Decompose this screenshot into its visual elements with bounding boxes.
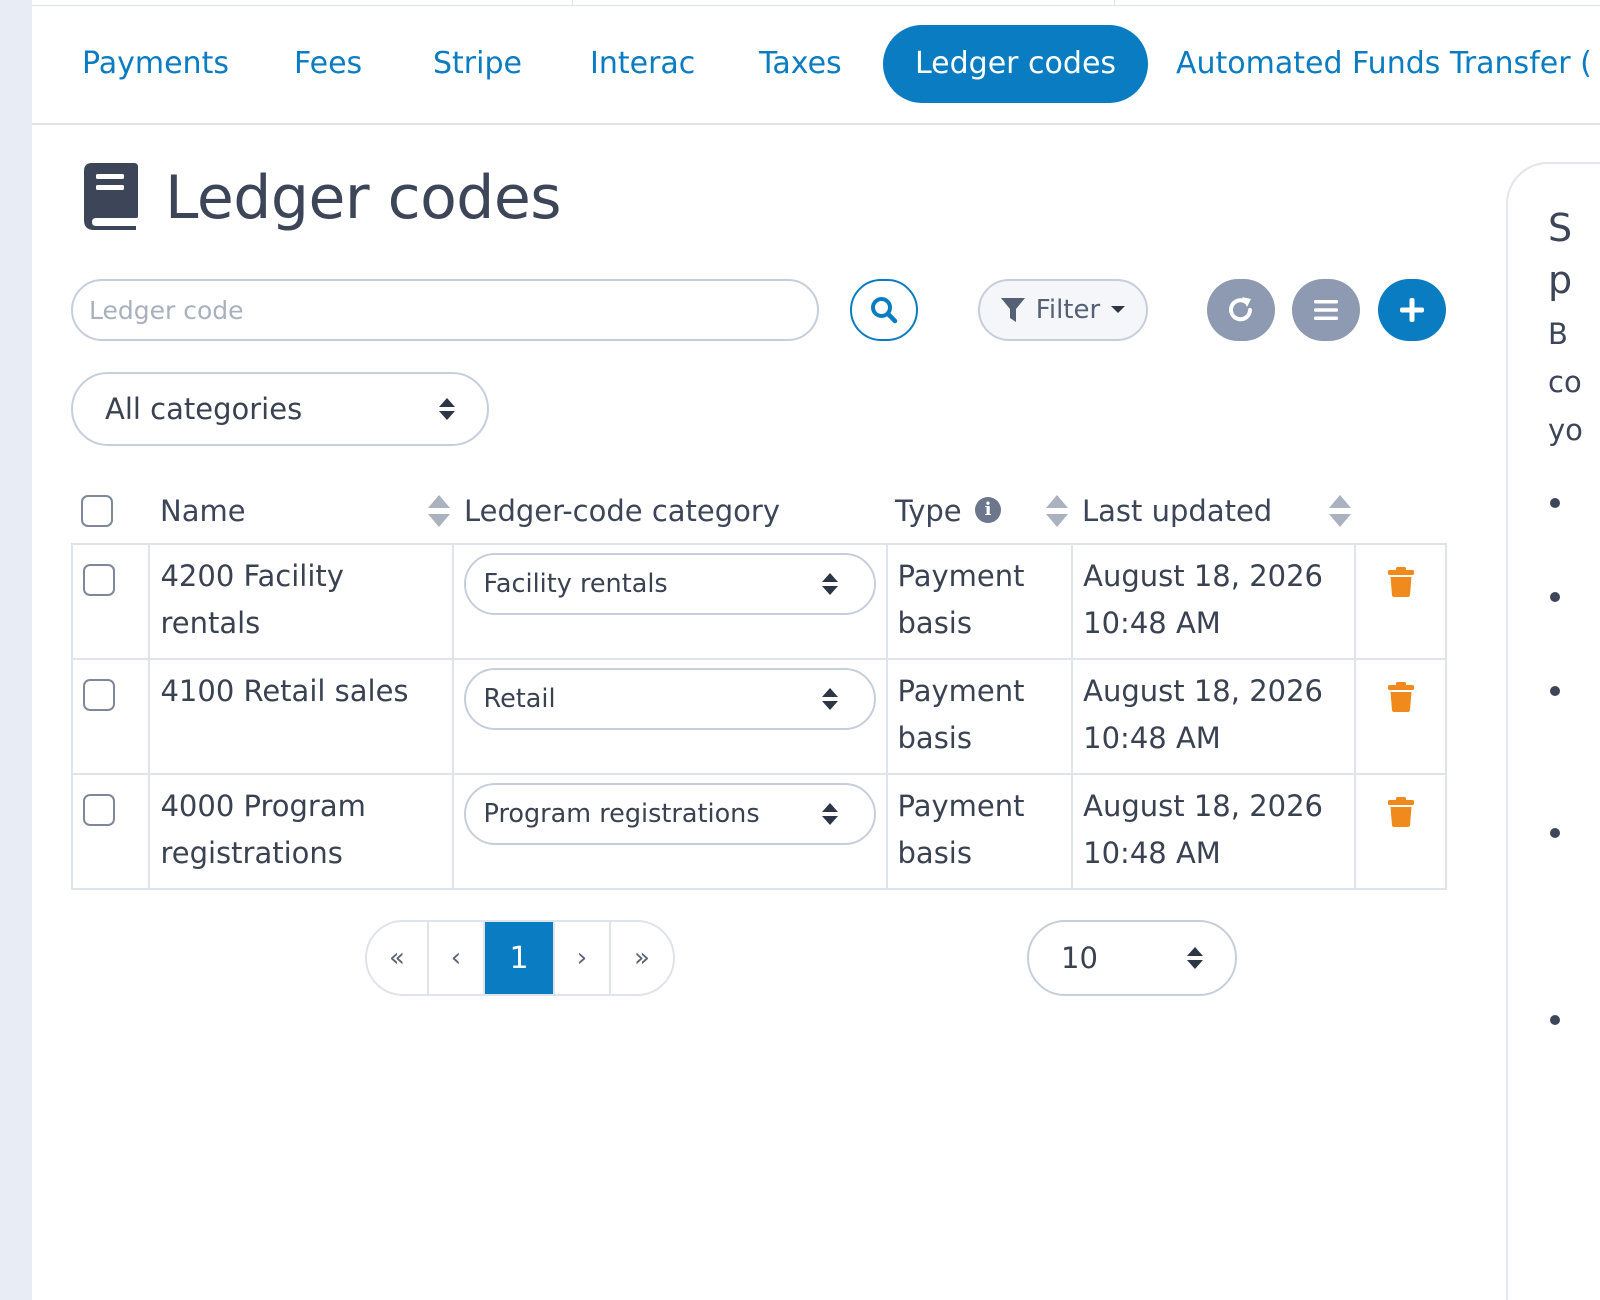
updown-arrow-icon <box>821 573 838 595</box>
category-cell-value: Facility rentals <box>483 568 668 599</box>
search-button[interactable] <box>850 279 918 341</box>
filter-label: Filter <box>1035 295 1101 325</box>
last-updated: August 18, 2026 10:48 AM <box>1071 658 1356 775</box>
tab-taxes[interactable]: Taxes <box>759 25 842 103</box>
column-settings-button[interactable] <box>1292 279 1360 341</box>
bullet <box>1550 498 1560 508</box>
per-page-select[interactable]: 10 <box>1027 920 1237 996</box>
first-page-button[interactable]: « <box>367 922 429 994</box>
category-cell-select[interactable]: Retail <box>463 668 876 730</box>
category-cell-select[interactable]: Program registrations <box>463 783 876 845</box>
per-page-value: 10 <box>1061 941 1098 975</box>
trash-icon[interactable] <box>1387 682 1414 712</box>
main-page: Payments Fees Stripe Interac Taxes Ledge… <box>32 0 1600 1300</box>
next-page-button[interactable]: › <box>555 922 611 994</box>
sort-name-icon[interactable] <box>428 495 450 527</box>
ledger-code-name: 4000 Program registrations <box>148 773 454 890</box>
ledger-codes-table: 4200 Facility rentals Facility rentals P… <box>70 543 1448 890</box>
column-header-last-updated: Last updated <box>1082 494 1273 528</box>
search-icon <box>871 297 898 324</box>
book-icon <box>84 163 138 230</box>
ledger-code-type: Payment basis <box>885 543 1074 660</box>
row-checkbox[interactable] <box>83 794 115 826</box>
list-icon <box>1314 300 1338 320</box>
last-updated: August 18, 2026 10:48 AM <box>1071 773 1356 890</box>
tab-payments[interactable]: Payments <box>82 25 229 103</box>
last-updated: August 18, 2026 10:48 AM <box>1071 543 1356 660</box>
page-title: Ledger codes <box>165 163 562 233</box>
select-all-checkbox[interactable] <box>81 495 113 527</box>
updown-arrow-icon <box>821 688 838 710</box>
tab-interac[interactable]: Interac <box>590 25 695 103</box>
ledger-code-search-input[interactable] <box>71 279 819 341</box>
page-1-button[interactable]: 1 <box>485 922 555 994</box>
last-page-button[interactable]: » <box>611 922 673 994</box>
pagination: « ‹ 1 › » <box>365 920 675 996</box>
bullet <box>1550 1015 1560 1025</box>
tab-ledger-codes[interactable]: Ledger codes <box>883 25 1149 103</box>
ledger-code-name: 4200 Facility rentals <box>148 543 454 660</box>
side-panel-title: S p <box>1548 206 1573 302</box>
column-header-type: Type <box>895 494 962 528</box>
settings-tabs: Payments Fees Stripe Interac Taxes Ledge… <box>32 6 1600 125</box>
category-select[interactable]: All categories <box>71 372 489 446</box>
add-ledger-code-button[interactable] <box>1378 279 1446 341</box>
side-panel-text: B co yo <box>1548 317 1583 447</box>
table-row: 4100 Retail sales Retail Payment basis A… <box>70 658 1448 775</box>
tab-automated-funds-transfer[interactable]: Automated Funds Transfer ( <box>1176 25 1592 103</box>
filter-button[interactable]: Filter <box>978 279 1148 341</box>
bullet <box>1550 592 1560 602</box>
refresh-icon <box>1229 297 1252 322</box>
refresh-button[interactable] <box>1207 279 1275 341</box>
ledger-code-type: Payment basis <box>885 773 1074 890</box>
bullet <box>1550 686 1560 696</box>
row-checkbox[interactable] <box>83 564 115 596</box>
column-header-name: Name <box>160 494 246 528</box>
table-row: 4000 Program registrations Program regis… <box>70 773 1448 890</box>
info-icon[interactable]: i <box>975 497 1001 523</box>
ledger-code-type: Payment basis <box>885 658 1074 775</box>
updown-arrow-icon <box>821 803 838 825</box>
category-select-value: All categories <box>105 392 303 426</box>
updown-arrow-icon <box>439 398 455 420</box>
sort-type-icon[interactable] <box>1046 495 1068 527</box>
help-side-panel: S p B co yo <box>1506 162 1600 1300</box>
column-header-category: Ledger-code category <box>464 494 780 528</box>
tab-fees[interactable]: Fees <box>294 25 362 103</box>
previous-page-button[interactable]: ‹ <box>429 922 485 994</box>
category-cell-value: Program registrations <box>483 798 760 829</box>
plus-icon <box>1400 298 1424 322</box>
ledger-code-name: 4100 Retail sales <box>148 658 454 775</box>
row-checkbox[interactable] <box>83 679 115 711</box>
filter-icon <box>1000 298 1025 322</box>
updown-arrow-icon <box>1187 947 1203 969</box>
trash-icon[interactable] <box>1387 797 1414 827</box>
bullet <box>1550 828 1560 838</box>
category-cell-value: Retail <box>483 683 556 714</box>
category-cell-select[interactable]: Facility rentals <box>463 553 876 615</box>
sort-last-updated-icon[interactable] <box>1329 495 1351 527</box>
chevron-down-icon <box>1111 306 1126 313</box>
trash-icon[interactable] <box>1387 567 1414 597</box>
table-row: 4200 Facility rentals Facility rentals P… <box>70 543 1448 660</box>
tab-stripe[interactable]: Stripe <box>433 25 522 103</box>
